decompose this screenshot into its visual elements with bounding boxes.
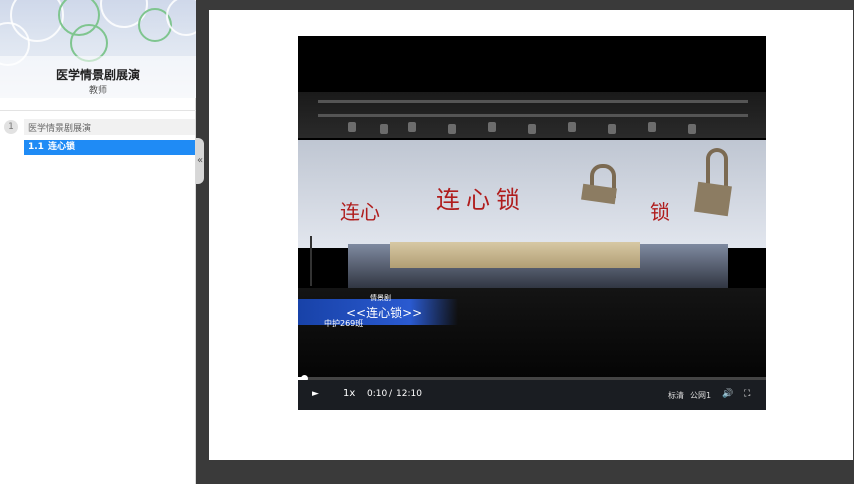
volume-icon[interactable]: 🔊: [722, 389, 733, 399]
collapse-sidebar-icon[interactable]: «: [196, 138, 204, 184]
course-role: 教师: [88, 86, 107, 96]
current-time: 0:10: [367, 389, 388, 399]
video-player[interactable]: 连心 连心锁 锁 情景剧 <<连心锁>> 中护269班 ► 1x 0:10 / …: [298, 36, 766, 410]
lesson-number: 1.1: [28, 142, 44, 152]
backdrop-title: 连心锁: [436, 186, 526, 214]
divider: [0, 110, 196, 111]
chapter-item[interactable]: 1 医学情景剧展演: [4, 119, 195, 135]
backdrop-text-right: 锁: [650, 200, 670, 224]
duration: 12:10: [396, 389, 422, 399]
chapter-title: 医学情景剧展演: [28, 124, 92, 134]
caption-small: 情景剧: [370, 294, 391, 302]
play-icon[interactable]: ►: [312, 389, 319, 399]
video-frame: 连心 连心锁 锁 情景剧 <<连心锁>> 中护269班: [298, 36, 766, 377]
caption-subtitle: 中护269班: [324, 319, 364, 328]
speed-button[interactable]: 1x: [343, 388, 355, 399]
line-select-button[interactable]: 公网1: [690, 390, 711, 401]
lesson-item-active[interactable]: 1.1 连心锁: [24, 140, 195, 155]
chapter-number-badge: 1: [4, 120, 18, 134]
course-title: 医学情景剧展演: [55, 68, 140, 82]
time-separator: /: [389, 389, 393, 399]
course-sidebar: 医学情景剧展演 教师 1 医学情景剧展演 1.1 连心锁: [0, 0, 196, 484]
fullscreen-icon[interactable]: ⛶: [744, 389, 750, 399]
quality-button[interactable]: 标清: [668, 390, 684, 401]
player-controls: ► 1x 0:10 / 12:10 标清 公网1 🔊 ⛶: [298, 380, 766, 410]
backdrop-text-left: 连心: [340, 200, 380, 224]
lesson-title: 连心锁: [47, 142, 75, 152]
